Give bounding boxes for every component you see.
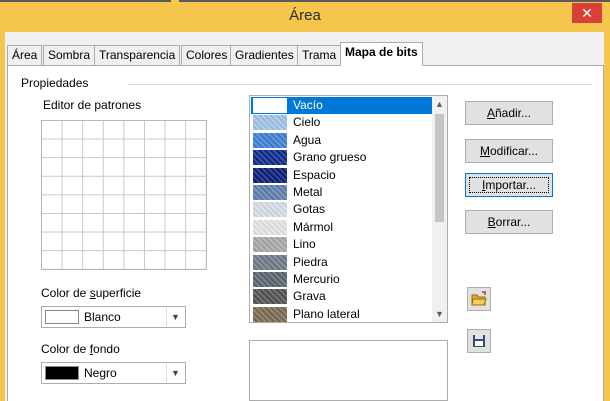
bitmap-thumbnail <box>253 98 287 113</box>
bitmap-thumbnail <box>253 202 287 218</box>
bitmap-thumbnail <box>253 167 287 183</box>
chevron-down-icon: ▼ <box>166 308 184 326</box>
bitmap-list-item-label: Gotas <box>293 202 326 217</box>
section-separator <box>128 84 592 85</box>
bitmap-list-item[interactable]: Plano lateral <box>251 306 434 322</box>
bitmap-list-item-label: Cielo <box>293 115 321 130</box>
save-button[interactable] <box>467 329 491 353</box>
tab-shadow[interactable]: Sombra <box>43 45 96 65</box>
tab-transparency[interactable]: Transparencia <box>94 45 181 65</box>
bitmap-list-item[interactable]: Mármol <box>251 219 434 236</box>
bitmap-thumbnail <box>253 289 287 305</box>
bitmap-list-item[interactable]: Grava <box>251 288 434 305</box>
background-color-swatch <box>45 366 79 380</box>
chevron-down-icon: ▼ <box>166 364 184 382</box>
bitmap-preview <box>249 340 448 401</box>
bitmap-thumbnail <box>253 219 287 235</box>
bitmap-list-item-label: Mercurio <box>293 272 340 286</box>
bitmap-thumbnail <box>253 272 287 287</box>
surface-color-swatch <box>45 310 79 324</box>
window-border-right <box>604 32 610 401</box>
tab-area[interactable]: Área <box>7 45 43 65</box>
bitmap-thumbnail <box>253 185 287 200</box>
bitmap-list-item[interactable]: Piedra <box>251 254 434 271</box>
bitmap-list-item[interactable]: Lino <box>251 236 434 253</box>
bitmap-list-item-label: Mármol <box>293 219 334 234</box>
background-color-value: Negro <box>84 366 117 380</box>
surface-color-label: Color de superficie <box>41 286 142 300</box>
pattern-editor-label: Editor de patrones <box>43 98 142 112</box>
bitmap-list-item[interactable]: Cielo <box>251 114 434 131</box>
floppy-save-icon <box>473 335 485 347</box>
tab-bitmap[interactable]: Mapa de bits <box>340 42 423 66</box>
bitmap-thumbnail <box>253 115 287 131</box>
section-title: Propiedades <box>21 76 93 90</box>
bitmap-list-item[interactable]: Agua <box>251 132 434 149</box>
bitmap-list-item[interactable]: Metal <box>251 184 434 201</box>
bitmap-thumbnail <box>253 150 287 166</box>
background-color-label: Color de fondo <box>41 342 120 356</box>
tab-hatching[interactable]: Trama <box>297 45 342 65</box>
close-button[interactable]: ✕ <box>572 3 602 23</box>
title-bar: Área ✕ <box>0 0 610 32</box>
list-scrollbar[interactable]: ▲ ▼ <box>432 96 447 322</box>
bitmap-thumbnail <box>253 237 287 253</box>
bitmap-list-item-label: Grava <box>293 289 326 304</box>
surface-color-value: Blanco <box>84 310 121 324</box>
bitmap-list-item[interactable]: Vacío <box>251 97 434 115</box>
window-border-left <box>0 32 5 401</box>
modify-button[interactable]: Modificar... <box>465 139 553 163</box>
bitmap-thumbnail <box>253 306 287 322</box>
bitmap-list-item-label: Lino <box>293 237 316 252</box>
scroll-down-icon[interactable]: ▼ <box>432 306 447 322</box>
surface-color-dropdown[interactable]: Blanco ▼ <box>41 306 186 328</box>
tab-colors[interactable]: Colores <box>181 45 233 65</box>
bitmap-list-item-label: Metal <box>293 185 323 199</box>
window-title: Área <box>289 7 321 24</box>
bitmap-list-item[interactable]: Gotas <box>251 201 434 218</box>
add-button[interactable]: Añadir... <box>465 101 553 125</box>
open-button[interactable] <box>467 287 491 311</box>
import-button[interactable]: Importar... <box>465 173 553 197</box>
bitmap-list-item-label: Vacío <box>293 98 323 112</box>
bitmap-list-item[interactable]: Espacio <box>251 167 434 184</box>
scrollbar-thumb[interactable] <box>435 114 444 222</box>
bitmap-list[interactable]: Plano lateral Grava Mercurio Piedra Lino Márm… <box>249 95 448 323</box>
bitmap-list-item-label: Plano lateral <box>293 306 360 321</box>
scroll-up-icon[interactable]: ▲ <box>432 96 447 112</box>
bitmap-list-item[interactable]: Mercurio <box>251 271 434 288</box>
bitmap-thumbnail <box>253 132 287 148</box>
folder-open-icon <box>471 291 487 306</box>
bitmap-thumbnail <box>253 254 287 270</box>
title-bar-edge <box>0 0 610 2</box>
pattern-editor-grid[interactable] <box>41 120 207 270</box>
bitmap-list-item[interactable]: Grano grueso <box>251 149 434 166</box>
bitmap-list-item-label: Piedra <box>293 254 328 269</box>
bitmap-list-item-label: Espacio <box>293 167 336 182</box>
bitmap-list-item-label: Agua <box>293 132 322 147</box>
tab-gradients[interactable]: Gradientes <box>230 45 299 65</box>
delete-button[interactable]: Borrar... <box>465 210 553 234</box>
bitmap-list-item-label: Grano grueso <box>293 150 367 165</box>
background-color-dropdown[interactable]: Negro ▼ <box>41 362 186 384</box>
